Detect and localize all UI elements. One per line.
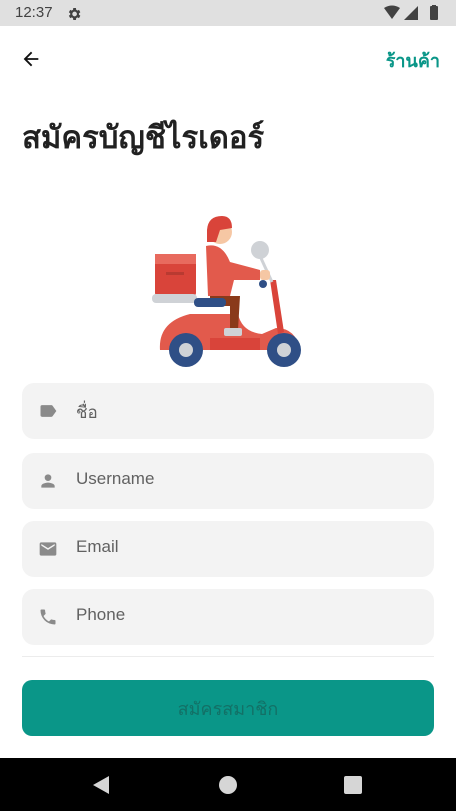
phone-icon [40,609,56,625]
name-field[interactable]: ชื่อ [22,383,434,439]
status-time: 12:37 [15,4,53,21]
phone-field[interactable]: Phone [22,589,434,645]
mail-icon [39,542,57,556]
username-field[interactable]: Username [22,453,434,509]
wifi-icon [384,5,400,19]
nav-recents-icon[interactable] [344,776,362,794]
name-placeholder: ชื่อ [76,403,98,422]
battery-icon [430,6,438,20]
register-button-label: สมัครสมาชิก [177,698,279,720]
username-placeholder: Username [76,469,155,488]
settings-icon [68,8,81,20]
status-bar: 12:37 [0,0,456,26]
person-icon [41,474,55,488]
label-icon [40,405,57,417]
email-placeholder: Email [76,537,119,556]
nav-back-icon[interactable] [92,775,110,795]
email-field[interactable]: Email [22,521,434,577]
system-nav-bar [0,758,456,811]
page-title: สมัครบัญชีไรเดอร์ [22,120,265,156]
back-button[interactable] [14,42,48,76]
form-divider [22,656,434,657]
screen: 12:37 ร้านค้า สมัครบัญชีไรเดอร์ ชื่อ Use… [0,0,456,811]
register-button[interactable]: สมัครสมาชิก [22,680,434,736]
nav-home-icon[interactable] [219,776,237,794]
phone-placeholder: Phone [76,605,126,624]
rider-scooter-illustration [152,216,301,367]
signal-icon [404,6,418,20]
arrow-back-icon [23,51,39,67]
status-icons [384,5,438,20]
shop-link[interactable]: ร้านค้า [386,46,440,75]
